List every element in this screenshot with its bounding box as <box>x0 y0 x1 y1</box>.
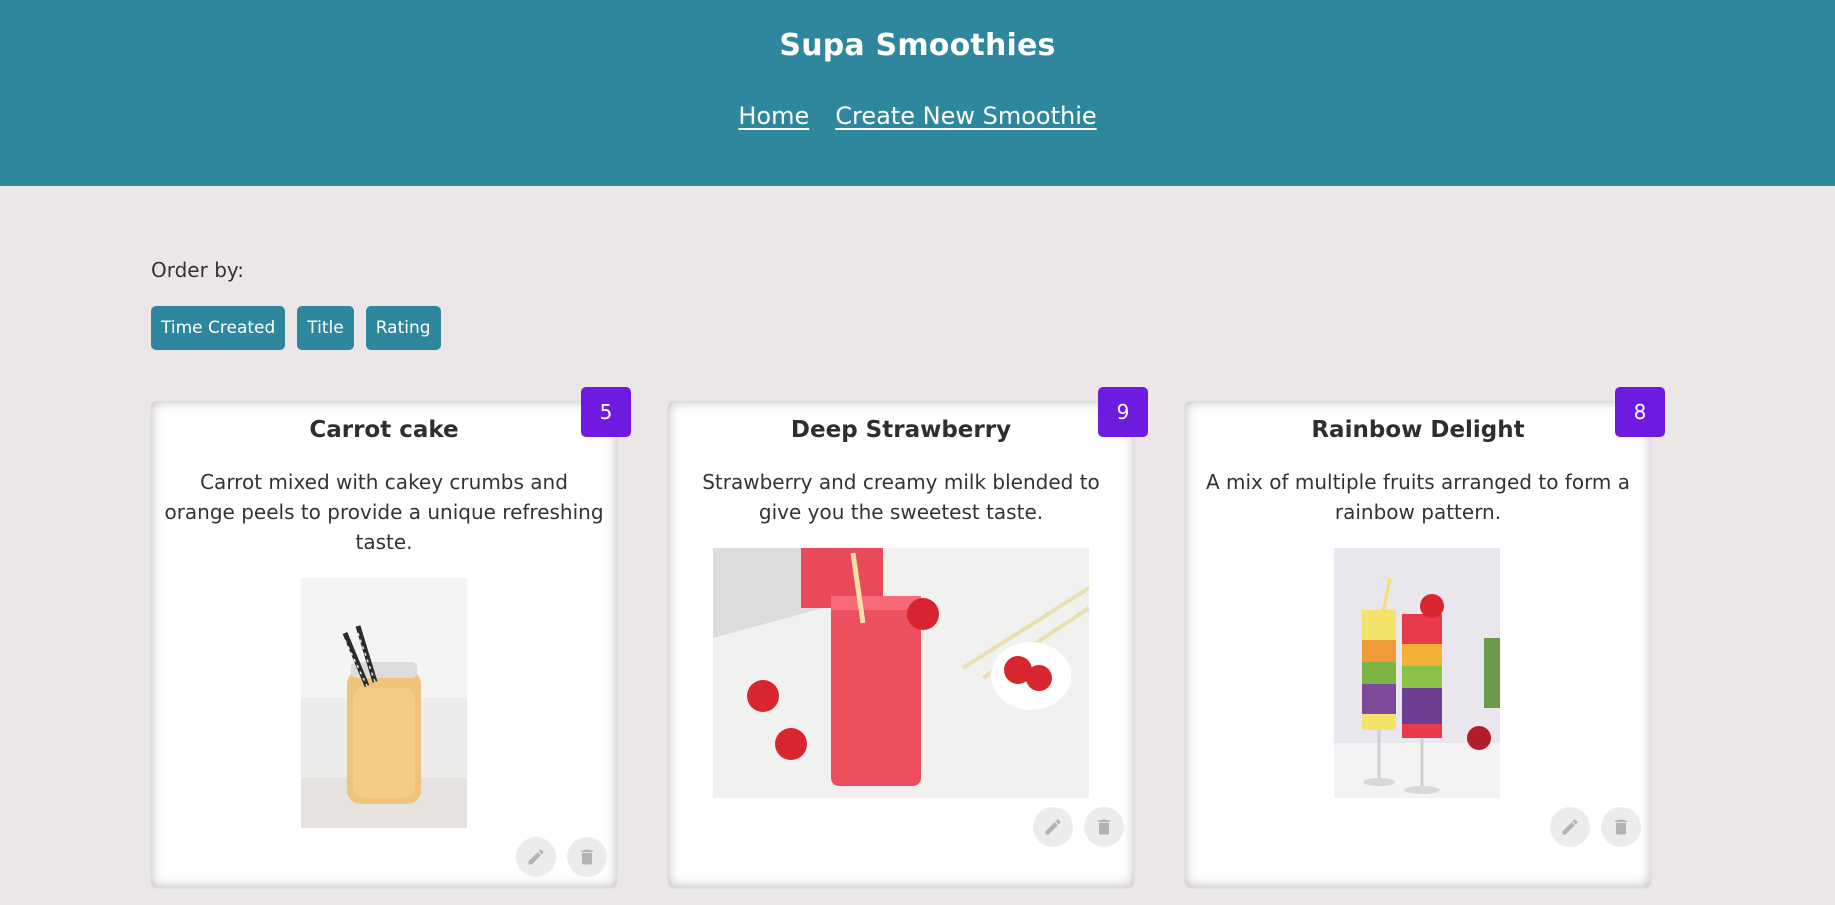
app-title: Supa Smoothies <box>779 28 1056 63</box>
card-actions <box>516 837 607 877</box>
smoothie-image <box>301 578 467 828</box>
trash-icon[interactable] <box>1601 807 1641 847</box>
smoothie-title: Deep Strawberry <box>790 417 1012 443</box>
order-title-button[interactable]: Title <box>297 306 354 350</box>
card-actions <box>1550 807 1641 847</box>
smoothie-card: Rainbow Delight A mix of multiple fruits… <box>1185 387 1665 887</box>
order-by-buttons: Time Created Title Rating <box>151 306 441 350</box>
smoothie-image <box>713 548 1089 798</box>
rating-badge: 9 <box>1098 387 1148 437</box>
smoothie-image <box>1334 548 1500 798</box>
trash-icon[interactable] <box>1084 807 1124 847</box>
card-actions <box>1033 807 1124 847</box>
trash-icon[interactable] <box>567 837 607 877</box>
smoothie-title: Rainbow Delight <box>1311 417 1525 443</box>
smoothie-title: Carrot cake <box>309 417 459 443</box>
order-time-created-button[interactable]: Time Created <box>151 306 286 350</box>
smoothie-card: Carrot cake Carrot mixed with cakey crum… <box>151 387 631 887</box>
pencil-icon[interactable] <box>1550 807 1590 847</box>
pencil-icon[interactable] <box>1033 807 1073 847</box>
pencil-icon[interactable] <box>516 837 556 877</box>
main-nav: Home Create New Smoothie <box>0 102 1835 130</box>
smoothie-description: A mix of multiple fruits arranged to for… <box>1205 470 1631 524</box>
rating-badge: 5 <box>581 387 631 437</box>
order-rating-button[interactable]: Rating <box>365 306 441 350</box>
nav-link-home[interactable]: Home <box>738 102 809 130</box>
rating-badge: 8 <box>1615 387 1665 437</box>
smoothie-description: Carrot mixed with cakey crumbs and orang… <box>164 470 604 554</box>
order-by-label: Order by: <box>151 258 245 282</box>
site-header: Supa Smoothies Home Create New Smoothie <box>0 0 1835 186</box>
nav-link-create-smoothie[interactable]: Create New Smoothie <box>835 102 1096 130</box>
smoothie-card: Deep Strawberry Strawberry and creamy mi… <box>668 387 1148 887</box>
smoothie-description: Strawberry and creamy milk blended to gi… <box>702 470 1100 524</box>
